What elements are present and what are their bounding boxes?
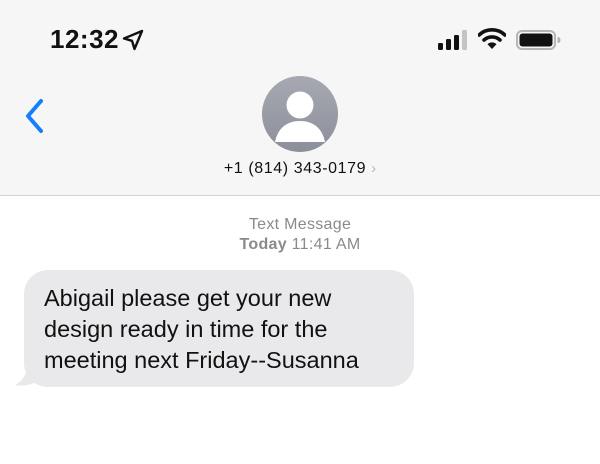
status-time: 12:32 (50, 24, 119, 54)
cellular-signal-icon (438, 30, 467, 50)
contact-details-link[interactable]: +1 (814) 343-0179 › (0, 160, 600, 178)
person-silhouette-icon (275, 91, 325, 142)
message-text-line: meeting next Friday--Susanna (44, 347, 359, 373)
timestamp-day: Today (239, 236, 287, 253)
chevron-right-icon: › (371, 160, 377, 177)
battery-icon (516, 30, 561, 50)
back-button[interactable] (20, 96, 50, 136)
message-service-label: Text Message (248, 216, 352, 233)
timestamp-time: 11:41 AM (291, 236, 361, 253)
location-arrow-icon (122, 29, 144, 51)
message-timestamp: Today 11:41 AM (0, 236, 600, 254)
wifi-icon (478, 28, 506, 49)
message-text-line: design ready in time for the (44, 316, 328, 342)
contact-avatar[interactable] (262, 76, 338, 152)
message-text-line: Abigail please get your new (44, 285, 332, 311)
messages-screen: 12:32 +1 (814) 343-0179 › Text Message To… (0, 0, 600, 464)
incoming-message-bubble[interactable]: Abigail please get your new design ready… (24, 270, 414, 387)
contact-number: +1 (814) 343-0179 (223, 160, 367, 177)
